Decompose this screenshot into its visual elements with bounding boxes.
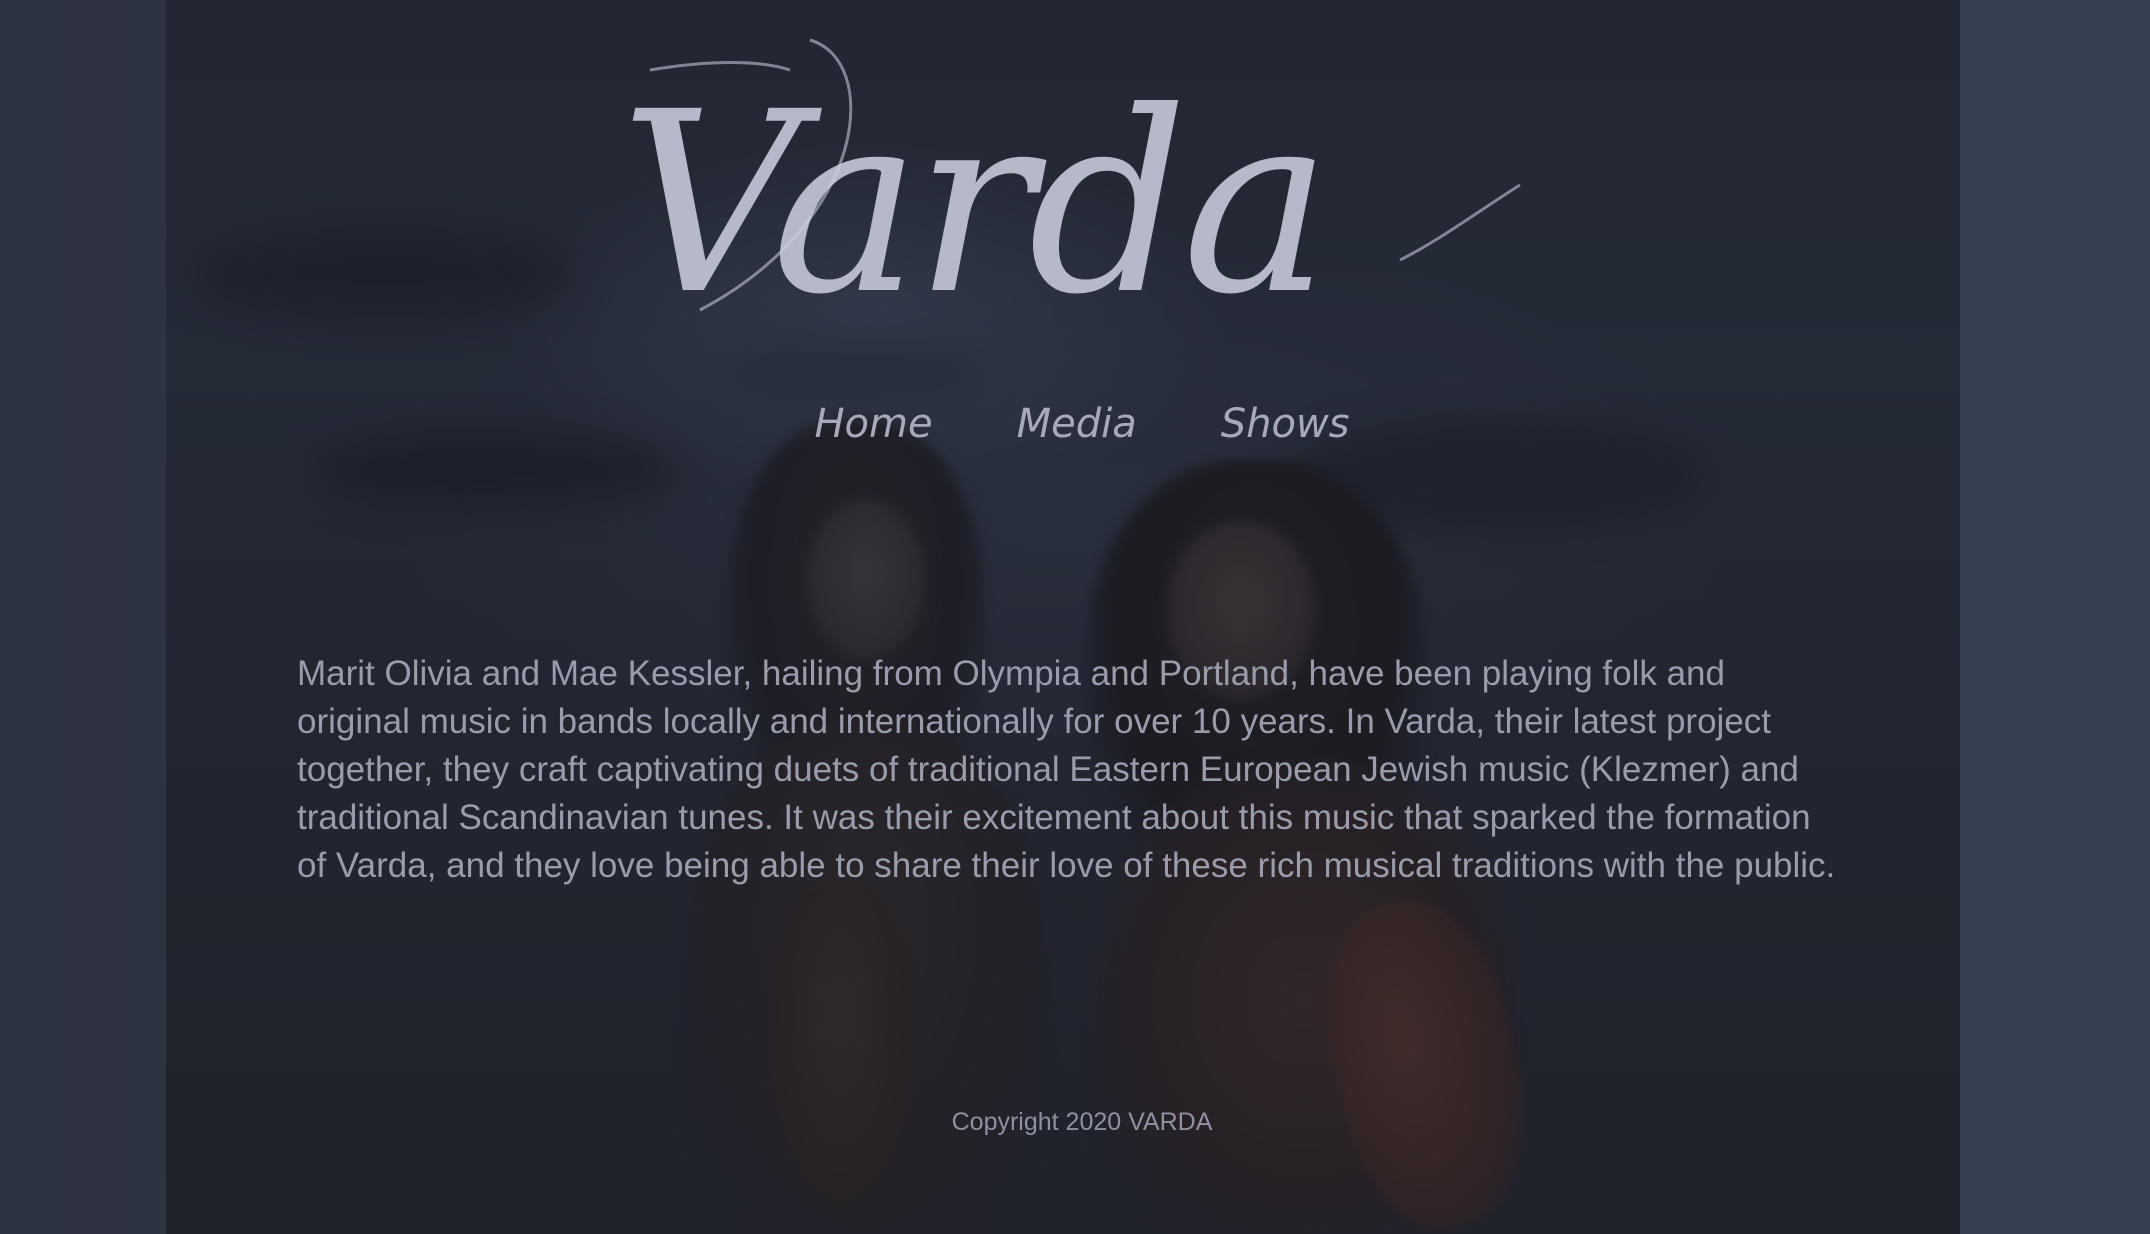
about-paragraph: Marit Olivia and Mae Kessler, hailing fr… (297, 654, 1836, 885)
main-nav: Home Media Shows (0, 398, 2150, 450)
footer-copyright: Copyright 2020 VARDA (951, 1108, 1213, 1136)
nav-media[interactable]: Media (1017, 398, 1137, 450)
nav-shows[interactable]: Shows (1221, 398, 1350, 450)
varda-logo[interactable]: Varda (580, 20, 1540, 320)
logo-text: Varda (620, 58, 1325, 320)
nav-home[interactable]: Home (814, 398, 932, 450)
page: Varda Home Media Shows Marit Olivia and … (0, 0, 2150, 1234)
